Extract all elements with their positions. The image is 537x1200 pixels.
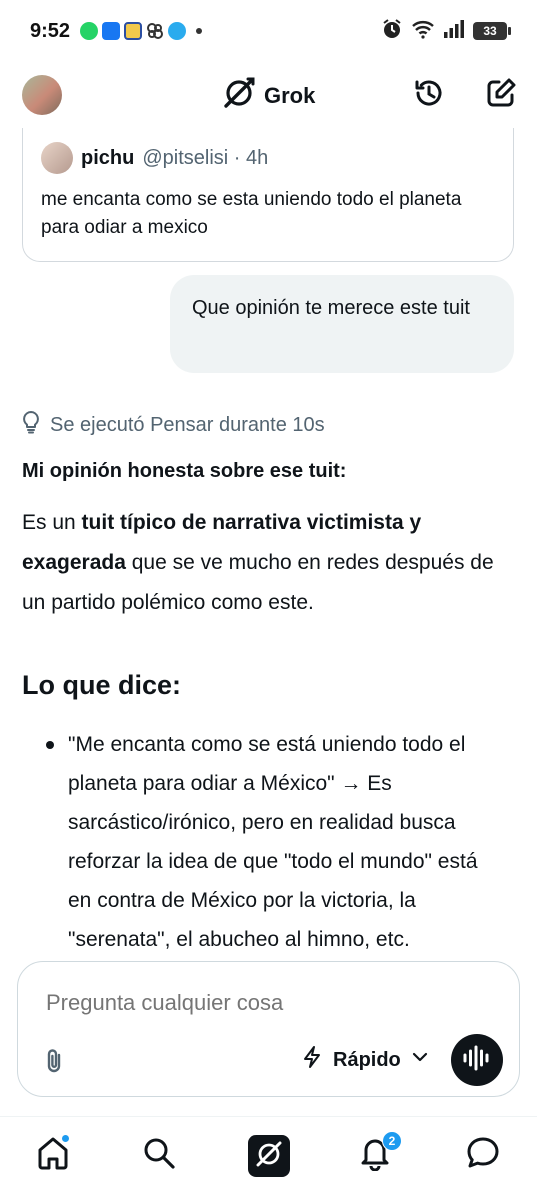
lightbulb-icon: [20, 410, 42, 440]
attach-button[interactable]: [42, 1047, 68, 1073]
quoted-tweet-header: pichu @pitselisi · 4h: [41, 142, 268, 174]
mode-selector[interactable]: Rápido: [301, 1045, 429, 1075]
grok-icon: [254, 1139, 284, 1174]
pinwheel-icon: [146, 22, 164, 40]
quoted-tweet-card[interactable]: pichu @pitselisi · 4h me encanta como se…: [22, 128, 514, 262]
nav-notifications[interactable]: 2: [355, 1131, 402, 1175]
messages-icon: [465, 1135, 501, 1176]
battery-icon: 33: [473, 22, 511, 40]
grok-logo-icon: [222, 76, 256, 115]
wifi-icon: [411, 19, 435, 44]
app-header: Grok: [0, 62, 537, 130]
news-icon: [124, 22, 143, 40]
status-app-icons: [80, 22, 203, 40]
response-heading: Mi opinión honesta sobre ese tuit:: [22, 460, 347, 482]
response-para-prefix: Es un: [22, 511, 82, 534]
list-item: "Me encanta como se está uniendo todo el…: [46, 725, 506, 959]
thinking-indicator[interactable]: Se ejecutó Pensar durante 10s: [20, 410, 325, 440]
lightning-icon: [301, 1045, 323, 1075]
message-composer: Rápido: [17, 961, 520, 1097]
new-chat-button[interactable]: [484, 78, 518, 112]
header-title: Grok: [264, 82, 316, 108]
bottom-nav: 2: [0, 1117, 537, 1200]
response-paragraph: Es un tuit típico de narrativa victimist…: [22, 503, 502, 623]
quoted-tweet-name: pichu: [81, 146, 135, 169]
nav-home[interactable]: [33, 1134, 73, 1175]
grok-title: Grok: [222, 76, 315, 115]
chevron-down-icon: [411, 1048, 429, 1072]
quoted-tweet-avatar: [41, 142, 73, 174]
paperclip-icon: [42, 1049, 68, 1079]
whatsapp-icon: [80, 22, 99, 40]
waveform-icon: [462, 1045, 492, 1076]
voice-mode-button[interactable]: [451, 1034, 503, 1086]
facebook-icon: [102, 22, 121, 40]
telegram-icon: [168, 22, 187, 40]
alarm-icon: [381, 18, 403, 45]
response-section-title: Lo que dice:: [22, 670, 182, 700]
home-unread-dot: [61, 1134, 70, 1143]
signal-icon: [443, 19, 465, 44]
bullet-dot: [46, 741, 54, 749]
profile-avatar[interactable]: [22, 75, 62, 115]
quoted-tweet-text: me encanta como se esta uniendo todo el …: [41, 189, 462, 238]
history-button[interactable]: [412, 78, 446, 112]
thinking-label: Se ejecutó Pensar durante 10s: [50, 413, 325, 436]
mode-label: Rápido: [333, 1048, 401, 1071]
history-icon: [413, 77, 445, 114]
more-dot-icon: [196, 28, 203, 34]
status-time: 9:52: [30, 19, 71, 42]
nav-messages[interactable]: [463, 1135, 503, 1175]
search-icon: [142, 1136, 176, 1175]
status-system-icons: 33: [381, 18, 511, 45]
bullet-text: "Me encanta como se está uniendo todo el…: [68, 733, 478, 951]
status-bar: 9:52 33: [0, 0, 537, 62]
nav-search[interactable]: [139, 1135, 179, 1175]
compose-icon: [485, 77, 517, 114]
nav-grok[interactable]: [248, 1135, 290, 1177]
message-input[interactable]: [46, 990, 486, 1016]
user-message-bubble: Que opinión te merece este tuit: [170, 275, 514, 373]
quoted-tweet-handle: @pitselisi · 4h: [142, 146, 269, 169]
notifications-badge: 2: [382, 1131, 402, 1151]
